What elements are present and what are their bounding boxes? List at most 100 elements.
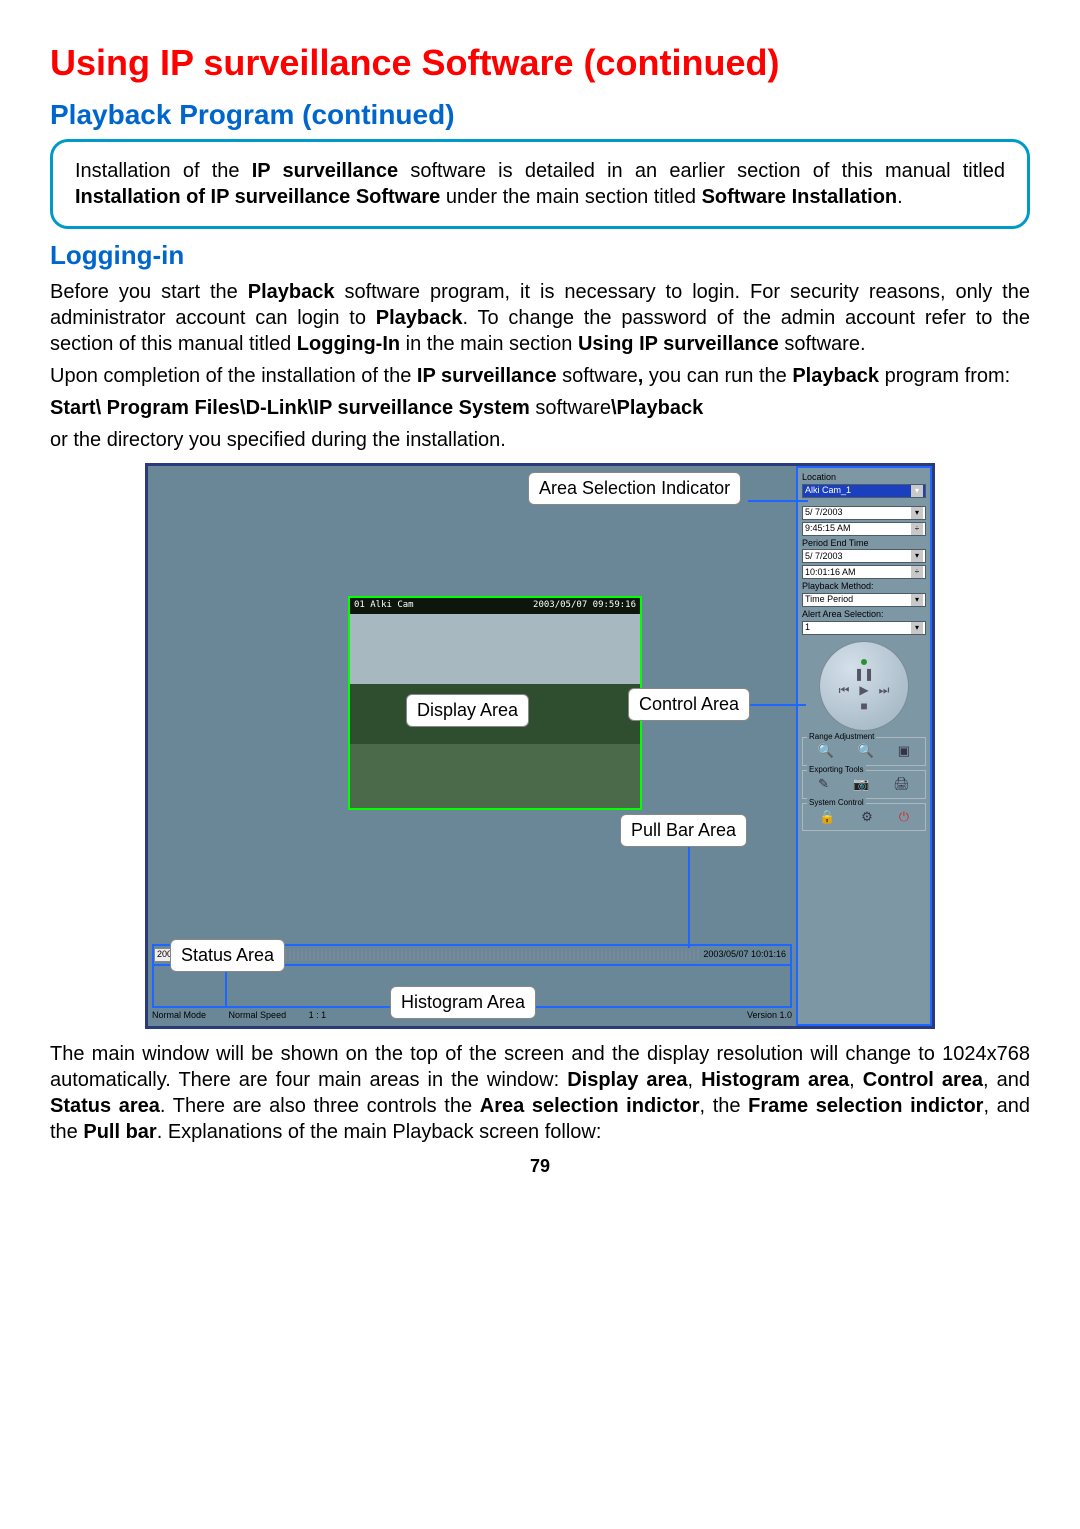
text-bold: Playback (376, 307, 463, 329)
save-icon[interactable]: ✎ (818, 776, 829, 793)
text-bold: Installation of IP surveillance Software (75, 186, 440, 208)
end-time-field[interactable]: 10:01:16 AM÷ (802, 565, 926, 579)
text-bold: Control area (863, 1069, 983, 1091)
text-bold: Logging-In (297, 333, 400, 355)
playback-method-dropdown[interactable]: Time Period ▾ (802, 593, 926, 607)
text: software. (779, 333, 866, 355)
zoom-in-icon[interactable]: 🔍 (818, 743, 834, 760)
date-value: 5/ 7/2003 (805, 507, 843, 519)
main-area: Area Selection Indicator Display Area Co… (148, 466, 796, 1026)
text: you can run the (643, 365, 792, 387)
page-title: Using IP surveillance Software (continue… (50, 40, 1030, 87)
callout-area-selection: Area Selection Indicator (528, 472, 741, 505)
install-note-text: Installation of the IP surveillance soft… (75, 158, 1005, 210)
path-bold: \Playback (611, 397, 703, 419)
snapshot-icon[interactable]: 📷 (853, 776, 869, 793)
document-page: Using IP surveillance Software (continue… (50, 40, 1030, 1178)
system-label: System Control (807, 798, 866, 808)
text: software (557, 365, 638, 387)
text-bold: Playback (248, 281, 335, 303)
paragraph-3: or the directory you specified during th… (50, 427, 1030, 453)
status-mode: Normal Mode (152, 1010, 206, 1020)
pullbar-timestamp: 2003/05/07 10:01:16 (703, 949, 786, 961)
text-bold: Software Installation (702, 186, 898, 208)
range-label: Range Adjustment (807, 732, 876, 742)
chevron-down-icon: ▾ (911, 507, 923, 519)
start-date-field[interactable]: 5/ 7/2003 ▾ (802, 506, 926, 520)
text-bold: Pull bar (83, 1121, 156, 1143)
spinner-icon: ÷ (911, 523, 923, 535)
text: in the main section (400, 333, 578, 355)
callout-line (748, 500, 808, 502)
status-ratio: 1 : 1 (309, 1010, 327, 1020)
end-date-field[interactable]: 5/ 7/2003 ▾ (802, 549, 926, 563)
control-panel: Location Alki Cam_1 ▾ 5/ 7/2003 ▾ 9:45:15 … (796, 466, 932, 1026)
print-icon[interactable]: 🖨 (893, 776, 910, 793)
playback-screenshot: Area Selection Indicator Display Area Co… (145, 463, 935, 1029)
pb-method-value: Time Period (805, 594, 853, 606)
time-value: 10:01:16 AM (805, 567, 856, 579)
page-number: 79 (50, 1155, 1030, 1178)
stop-icon[interactable]: ■ (860, 699, 867, 715)
callout-line (688, 842, 690, 948)
status-version: Version 1.0 (747, 1010, 792, 1024)
date-value: 5/ 7/2003 (805, 551, 843, 563)
alert-area-label: Alert Area Selection: (802, 609, 926, 621)
jog-control[interactable]: ❚❚ ⏮ ▶ ⏭ ■ (819, 641, 909, 731)
text: under the main section titled (440, 186, 701, 208)
callout-display: Display Area (406, 694, 529, 727)
text-bold: Histogram area (701, 1069, 849, 1091)
path-line: Start\ Program Files\D-Link\IP surveilla… (50, 395, 1030, 421)
text: , the (700, 1095, 749, 1117)
callout-line (746, 704, 806, 706)
power-icon[interactable]: ⏻ (899, 809, 909, 826)
next-icon[interactable]: ⏭ (879, 683, 890, 699)
text-bold: Playback (792, 365, 879, 387)
callout-control: Control Area (628, 688, 750, 721)
video-image (350, 614, 640, 684)
zoom-out-icon[interactable]: 🔍 (858, 743, 874, 760)
exporting-tools-group: Exporting Tools ✎ 📷 🖨 (802, 770, 926, 799)
text-bold: Display area (567, 1069, 687, 1091)
period-end-label: Period End Time (802, 538, 926, 550)
paragraph-4: The main window will be shown on the top… (50, 1041, 1030, 1145)
section-heading: Playback Program (continued) (50, 97, 1030, 133)
fit-icon[interactable]: ▣ (898, 743, 910, 760)
location-dropdown[interactable]: Alki Cam_1 ▾ (802, 484, 926, 498)
text-bold: Area selection indictor (480, 1095, 700, 1117)
callout-status: Status Area (170, 939, 285, 972)
text: , and (983, 1069, 1030, 1091)
time-value: 9:45:15 AM (805, 523, 851, 535)
alert-value: 1 (805, 622, 810, 634)
settings-icon[interactable]: ⚙ (861, 809, 873, 826)
path-plain: software (535, 397, 611, 419)
install-note-box: Installation of the IP surveillance soft… (50, 139, 1030, 229)
text: , (849, 1069, 863, 1091)
text-bold: Status area (50, 1095, 160, 1117)
start-time-field[interactable]: 9:45:15 AM ÷ (802, 522, 926, 536)
playback-method-label: Playback Method: (802, 581, 926, 593)
text: program from: (879, 365, 1010, 387)
text: software is detailed in an earlier secti… (398, 160, 1005, 182)
text: . There are also three controls the (160, 1095, 480, 1117)
text-bold: Using IP surveillance (578, 333, 779, 355)
play-icon[interactable]: ▶ (859, 683, 868, 699)
record-dot-icon (861, 659, 867, 665)
callout-pullbar: Pull Bar Area (620, 814, 747, 847)
video-image (350, 744, 640, 808)
location-label: Location (802, 472, 926, 484)
alert-area-dropdown[interactable]: 1▾ (802, 621, 926, 635)
chevron-down-icon: ▾ (911, 594, 923, 606)
chevron-down-icon: ▾ (911, 550, 923, 562)
callout-histogram: Histogram Area (390, 986, 536, 1019)
prev-icon[interactable]: ⏮ (839, 683, 850, 699)
chevron-down-icon: ▾ (911, 485, 923, 497)
location-value: Alki Cam_1 (805, 485, 851, 497)
lock-icon[interactable]: 🔒 (819, 809, 835, 826)
pause-icon[interactable]: ❚❚ (854, 667, 874, 683)
text-bold: IP surveillance (252, 160, 398, 182)
text: Upon completion of the installation of t… (50, 365, 417, 387)
system-control-group: System Control 🔒 ⚙ ⏻ (802, 803, 926, 832)
text: . (897, 186, 903, 208)
paragraph-2: Upon completion of the installation of t… (50, 363, 1030, 389)
